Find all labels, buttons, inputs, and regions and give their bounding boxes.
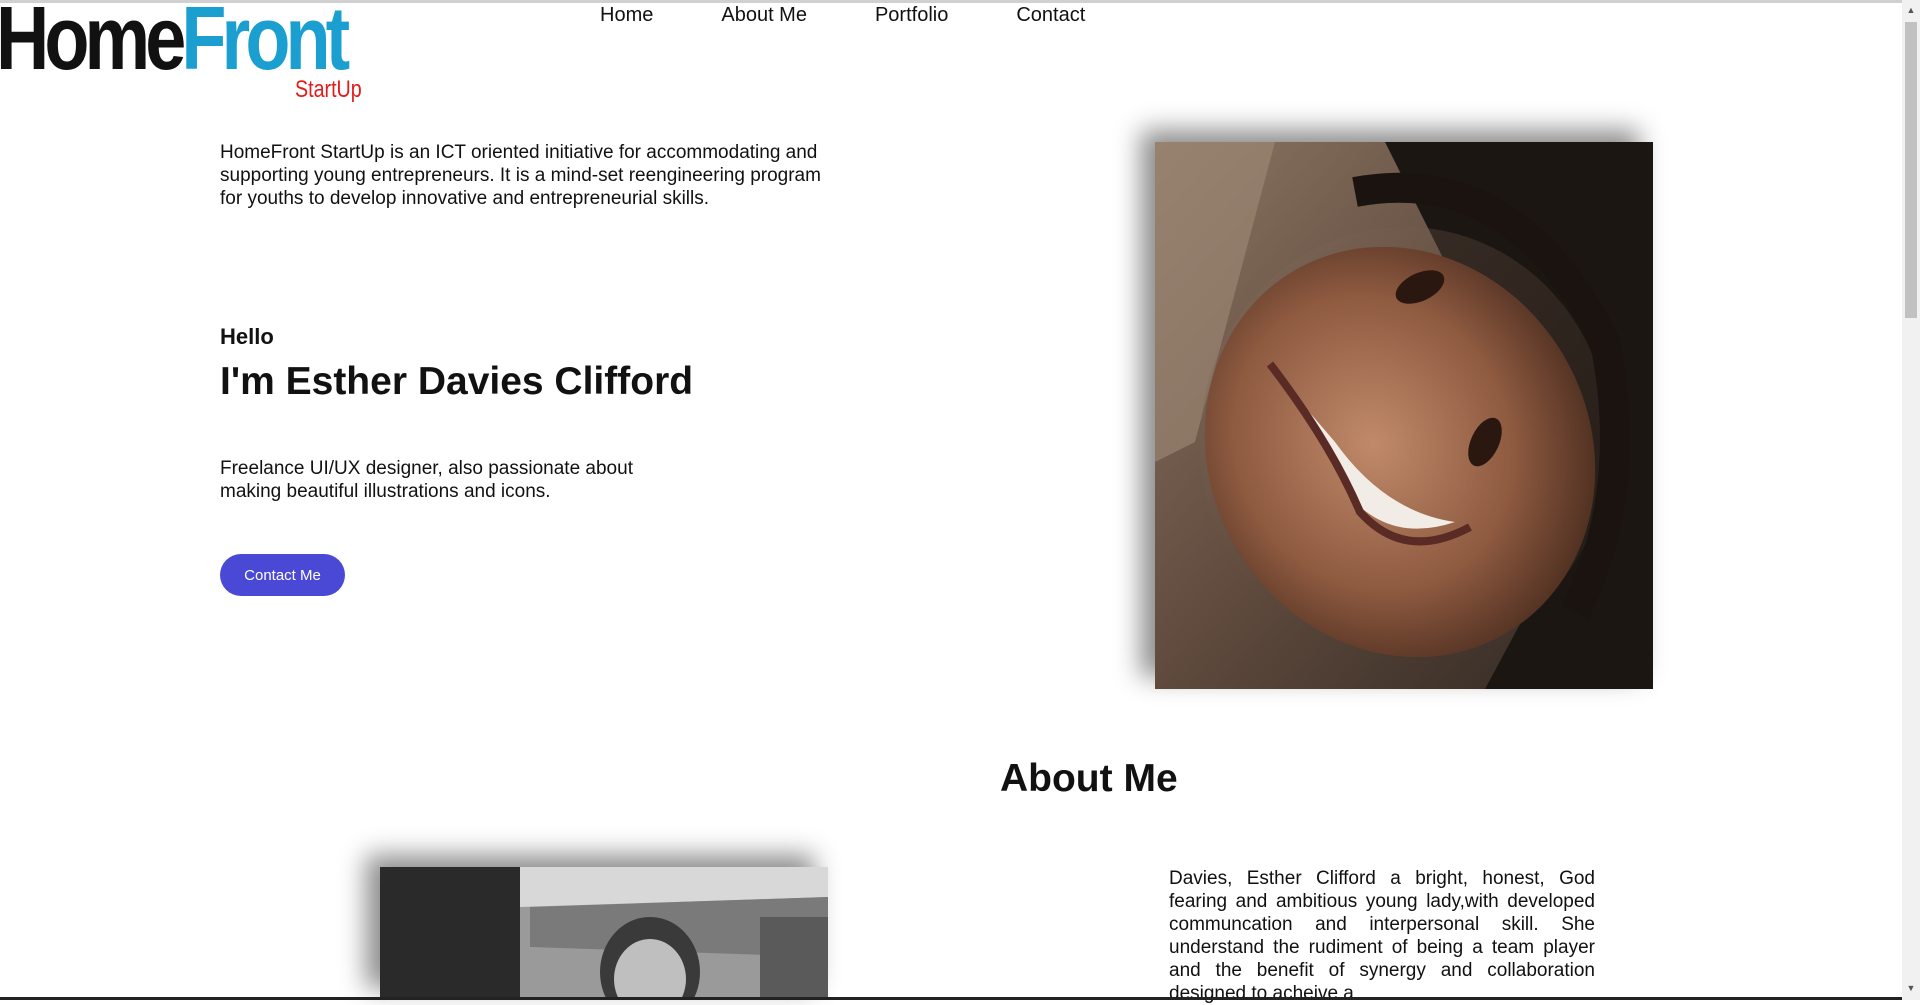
main-nav: Home About Me Portfolio Contact <box>600 4 1119 27</box>
logo-wordmark: HomeFront <box>0 0 350 84</box>
nav-portfolio[interactable]: Portfolio <box>875 4 982 27</box>
contact-me-button[interactable]: Contact Me <box>220 554 345 596</box>
profile-photo <box>1155 142 1653 689</box>
about-me-paragraph: Davies, Esther Clifford a bright, honest… <box>1169 868 1595 1004</box>
logo-home-text: Home <box>0 0 186 89</box>
nav-about-me[interactable]: About Me <box>721 4 841 27</box>
about-photo <box>380 867 828 1000</box>
page-scrollbar[interactable]: ▲ ▼ <box>1902 0 1920 1000</box>
scroll-down-icon[interactable]: ▼ <box>1902 980 1920 996</box>
profile-photo-image <box>1155 142 1653 689</box>
site-logo[interactable]: HomeFront StartUp <box>0 0 400 110</box>
greeting: Hello <box>220 324 274 349</box>
intro-paragraph: HomeFront StartUp is an ICT oriented ini… <box>220 142 821 209</box>
logo-startup-text: StartUp <box>295 76 362 103</box>
scroll-up-icon[interactable]: ▲ <box>1902 2 1920 18</box>
nav-contact[interactable]: Contact <box>1016 4 1119 27</box>
nav-home[interactable]: Home <box>600 4 687 27</box>
about-me-heading: About Me <box>1000 757 1178 800</box>
scrollbar-thumb[interactable] <box>1905 22 1917 318</box>
hero-name-heading: I'm Esther Davies Clifford <box>220 360 694 403</box>
hero-tagline: Freelance UI/UX designer, also passionat… <box>220 458 633 502</box>
about-photo-image <box>380 867 828 1000</box>
